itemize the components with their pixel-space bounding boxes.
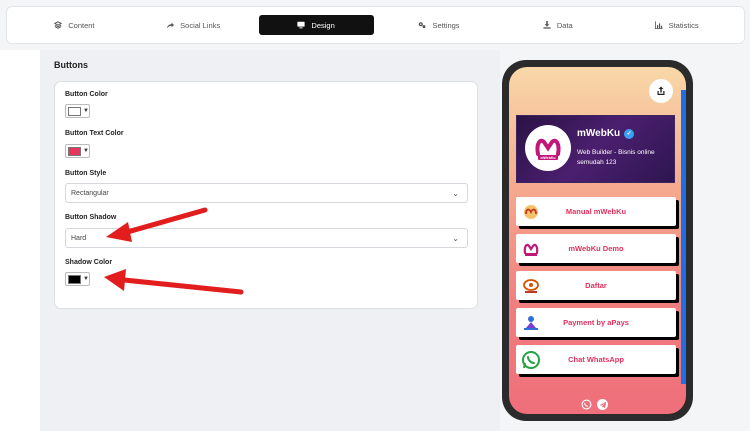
top-nav-bar: Content Social Links Design Settings Dat… (6, 6, 745, 44)
share-button[interactable] (649, 79, 673, 103)
logo-text: mWebKu (540, 156, 555, 160)
annotation-arrow-shadow (106, 207, 208, 242)
button-text-color-label: Button Text Color (65, 130, 124, 137)
tab-label: Data (556, 20, 573, 30)
profile-name: mWebKu (577, 128, 621, 139)
link-button-daftar[interactable]: Daftar (516, 271, 676, 300)
chevron-down-icon: ⌄ (452, 188, 459, 198)
gears-icon (419, 22, 426, 29)
profile-description: Web Builder - Bisnis online semudah 123 (577, 149, 655, 167)
color-swatch (68, 106, 81, 116)
tab-settings[interactable]: Settings (380, 15, 499, 35)
link-button-manual[interactable]: Manual mWebKu (516, 197, 676, 226)
scrollbar[interactable] (681, 90, 686, 384)
color-swatch (68, 146, 81, 156)
tab-social-links[interactable]: Social Links (134, 15, 253, 35)
tab-label: Settings (432, 20, 460, 30)
share-icon (657, 86, 665, 95)
link-button-demo[interactable]: mWebKu Demo (516, 234, 676, 263)
tab-data[interactable]: Data (498, 15, 617, 35)
mwebku-logo-icon: mWebKu (535, 138, 561, 160)
apays-logo-icon (520, 312, 542, 334)
button-color-picker[interactable]: ▼ (65, 104, 90, 118)
whatsapp-icon[interactable] (581, 399, 592, 410)
button-color-label: Button Color (65, 91, 108, 98)
phone-screen: mWebKu mWebKu ✓ Web Builder - Bisnis onl… (509, 67, 686, 414)
tab-statistics[interactable]: Statistics (617, 15, 736, 35)
caret-down-icon: ▼ (83, 108, 89, 114)
button-text-color-picker[interactable]: ▼ (65, 144, 90, 158)
section-title: Buttons (54, 60, 88, 70)
annotation-arrow-shadow-color (104, 269, 244, 295)
bar-chart-icon (654, 21, 663, 29)
caret-down-icon: ▼ (83, 276, 89, 282)
mwebku-logo-icon (520, 201, 542, 223)
profile-avatar: mWebKu (525, 125, 571, 171)
select-value: Hard (71, 234, 87, 242)
color-swatch (68, 274, 81, 284)
profile-name-row: mWebKu ✓ (577, 128, 635, 139)
monitor-icon (297, 21, 306, 29)
download-icon (543, 21, 551, 29)
phone-preview: mWebKu mWebKu ✓ Web Builder - Bisnis onl… (502, 60, 693, 421)
caret-down-icon: ▼ (83, 148, 89, 154)
select-value: Rectangular (71, 189, 109, 197)
verified-badge-icon: ✓ (624, 128, 635, 139)
tab-label: Statistics (668, 20, 699, 30)
chevron-down-icon: ⌄ (452, 233, 459, 243)
link-button-apays[interactable]: Payment by aPays (516, 308, 676, 337)
tab-content[interactable]: Content (15, 15, 134, 35)
tab-label: Design (311, 20, 335, 30)
tab-design[interactable]: Design (258, 15, 374, 35)
share-arrow-icon (166, 22, 175, 29)
button-style-label: Button Style (65, 170, 107, 177)
tab-label: Social Links (180, 20, 221, 30)
telegram-icon[interactable] (597, 399, 608, 410)
daftar-logo-icon (520, 275, 542, 297)
footer-social-icons (581, 399, 608, 410)
link-button-whatsapp[interactable]: Chat WhatsApp (516, 345, 676, 374)
mwebku-logo-icon (520, 238, 542, 260)
shadow-color-picker[interactable]: ▼ (65, 272, 90, 286)
whatsapp-icon (520, 349, 542, 371)
tab-label: Content (68, 20, 95, 30)
left-sidebar-strip (0, 50, 40, 431)
layers-icon (54, 21, 63, 29)
profile-banner: mWebKu mWebKu ✓ Web Builder - Bisnis onl… (516, 115, 675, 183)
